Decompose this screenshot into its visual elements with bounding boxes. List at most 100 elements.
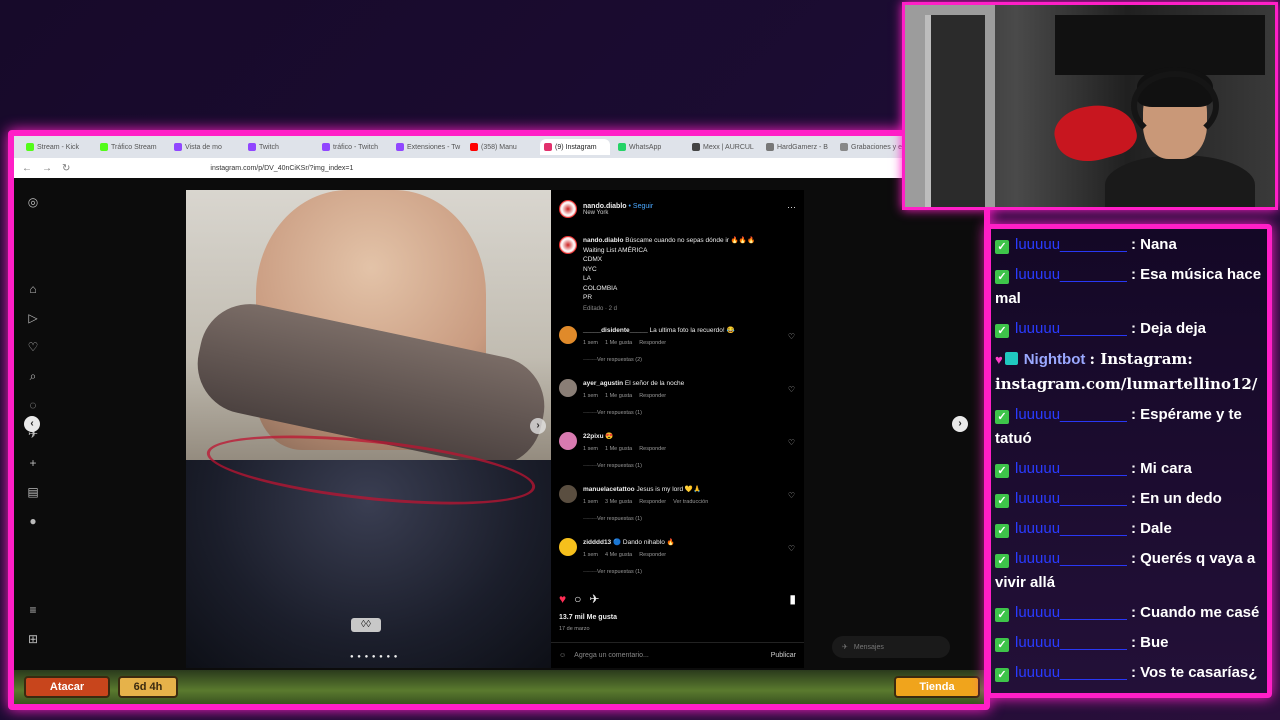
shop-button[interactable]: Tienda: [894, 676, 980, 698]
back-icon[interactable]: ←: [22, 163, 32, 174]
comment-username[interactable]: 22pixu: [583, 433, 604, 440]
view-replies-button[interactable]: Ver respuestas (1): [583, 567, 675, 577]
next-post-icon[interactable]: ›: [952, 416, 968, 432]
comment-username[interactable]: ayer_agustin: [583, 380, 623, 387]
apps-icon[interactable]: ⊞: [28, 625, 38, 654]
reply-button[interactable]: Responder: [639, 338, 666, 348]
chat-username[interactable]: luuuuu________: [1015, 550, 1127, 567]
reels-icon[interactable]: ▷: [28, 304, 37, 333]
tab-favicon-icon: [248, 143, 256, 151]
chat-message: ✓ luuuuu________ : Bue: [995, 631, 1263, 655]
avatar[interactable]: [559, 432, 577, 450]
tab-favicon-icon: [322, 143, 330, 151]
chat-username[interactable]: luuuuu________: [1015, 266, 1127, 283]
chat-username[interactable]: luuuuu________: [1015, 664, 1127, 681]
browser-tab[interactable]: Vista de mo: [170, 139, 240, 155]
dashboard-icon[interactable]: ▤: [27, 478, 38, 507]
more-options-icon[interactable]: ⋯: [787, 202, 796, 213]
post-location[interactable]: New York: [583, 210, 653, 216]
like-heart-icon[interactable]: ♥: [559, 592, 566, 606]
chat-message: ✓ luuuuu________ : Esa música hace mal: [995, 263, 1263, 311]
comment-like-icon[interactable]: ♡: [788, 332, 795, 341]
avatar[interactable]: [559, 379, 577, 397]
chat-username[interactable]: luuuuu________: [1015, 490, 1127, 507]
comment-like-icon[interactable]: ♡: [788, 491, 795, 500]
url-field[interactable]: instagram.com/p/DV_40nCiKSr/?img_index=1: [210, 165, 353, 172]
browser-tab[interactable]: Tráfico Stream: [96, 139, 166, 155]
reply-button[interactable]: Responder: [639, 444, 666, 454]
tab-favicon-icon: [544, 143, 552, 151]
previous-post-icon[interactable]: ‹: [24, 416, 40, 432]
browser-tab[interactable]: Mexx | AURCUL: [688, 139, 758, 155]
browser-tab[interactable]: Extensiones - Tw: [392, 139, 462, 155]
messages-pill[interactable]: ✈ Mensajes: [832, 636, 950, 658]
chat-username[interactable]: luuuuu________: [1015, 604, 1127, 621]
comment-icon[interactable]: ○: [574, 592, 581, 606]
profile-icon[interactable]: ●: [29, 507, 36, 536]
comment-likes[interactable]: 1 Me gusta: [605, 338, 632, 348]
translate-button[interactable]: Ver traducción: [673, 497, 708, 507]
comment-input[interactable]: Agrega un comentario...: [574, 652, 649, 659]
chat-username[interactable]: luuuuu________: [1015, 520, 1127, 537]
comment-username[interactable]: manuelacetattoo: [583, 486, 635, 493]
chat-username[interactable]: luuuuu________: [1015, 406, 1127, 423]
reload-icon[interactable]: ↻: [62, 163, 70, 174]
menu-icon[interactable]: ≡: [29, 596, 36, 625]
reply-button[interactable]: Responder: [639, 497, 666, 507]
comment-likes[interactable]: 1 Me gusta: [605, 444, 632, 454]
notifications-icon[interactable]: ♡: [28, 333, 39, 362]
publish-button[interactable]: Publicar: [771, 652, 796, 659]
comment-like-icon[interactable]: ♡: [788, 438, 795, 447]
comment-like-icon[interactable]: ♡: [788, 544, 795, 553]
chat-username[interactable]: luuuuu________: [1015, 320, 1127, 337]
avatar[interactable]: [559, 326, 577, 344]
avatar[interactable]: [559, 200, 577, 218]
avatar[interactable]: [559, 485, 577, 503]
browser-tab[interactable]: HardGamerz - B: [762, 139, 832, 155]
comment-username[interactable]: zidddd13: [583, 539, 611, 546]
browser-tab[interactable]: Twitch: [244, 139, 314, 155]
forward-icon[interactable]: →: [42, 163, 52, 174]
chat-username[interactable]: luuuuu________: [1015, 460, 1127, 477]
share-icon[interactable]: ✈: [589, 592, 599, 606]
reply-button[interactable]: Responder: [639, 550, 666, 560]
search-icon[interactable]: ⌕: [30, 362, 37, 391]
view-replies-button[interactable]: Ver respuestas (1): [583, 408, 684, 418]
emoji-icon[interactable]: ☺: [559, 652, 566, 659]
avatar[interactable]: [559, 538, 577, 556]
browser-tab[interactable]: (9) Instagram: [540, 139, 610, 155]
post-username[interactable]: nando.diablo: [583, 203, 627, 210]
avatar[interactable]: [559, 236, 577, 254]
comment-likes[interactable]: 4 Me gusta: [605, 550, 632, 560]
post-photo[interactable]: ◊◊ ● ● ● ● ● ● ●: [186, 190, 551, 668]
browser-tab[interactable]: (358) Manu: [466, 139, 536, 155]
reply-button[interactable]: Responder: [639, 391, 666, 401]
likes-count[interactable]: 13.7 mil Me gusta: [559, 614, 617, 621]
attack-button[interactable]: Atacar: [24, 676, 110, 698]
create-icon[interactable]: +: [29, 449, 36, 478]
tab-favicon-icon: [618, 143, 626, 151]
instagram-logo-icon[interactable]: ◎: [28, 188, 38, 217]
view-replies-button[interactable]: Ver respuestas (1): [583, 461, 666, 471]
browser-tab[interactable]: WhatsApp: [614, 139, 684, 155]
comment-likes[interactable]: 1 Me gusta: [605, 391, 632, 401]
browser-tab[interactable]: Grabaciones y e: [836, 139, 906, 155]
view-replies-button[interactable]: Ver respuestas (1): [583, 514, 708, 524]
browser-tab[interactable]: Stream - Kick: [22, 139, 92, 155]
chat-username[interactable]: luuuuu________: [1015, 634, 1127, 651]
comment-time: 1 sem: [583, 552, 598, 558]
checkmark-badge-icon: ✓: [995, 270, 1009, 284]
comment-username[interactable]: _____disidente_____: [583, 327, 648, 334]
heart-badge-icon: ♥: [995, 352, 1003, 367]
caption-username[interactable]: nando.diablo: [583, 237, 623, 244]
follow-button[interactable]: • Seguir: [629, 203, 654, 210]
chat-username[interactable]: luuuuu________: [1015, 236, 1127, 253]
view-replies-button[interactable]: Ver respuestas (2): [583, 355, 735, 365]
save-bookmark-icon[interactable]: ▮: [789, 592, 796, 606]
chat-username[interactable]: Nightbot: [1024, 351, 1086, 368]
comment-likes[interactable]: 3 Me gusta: [605, 497, 632, 507]
comment-like-icon[interactable]: ♡: [788, 385, 795, 394]
home-icon[interactable]: ⌂: [29, 275, 36, 304]
browser-tab[interactable]: tráfico - Twitch: [318, 139, 388, 155]
image-next-icon[interactable]: ›: [530, 418, 546, 434]
